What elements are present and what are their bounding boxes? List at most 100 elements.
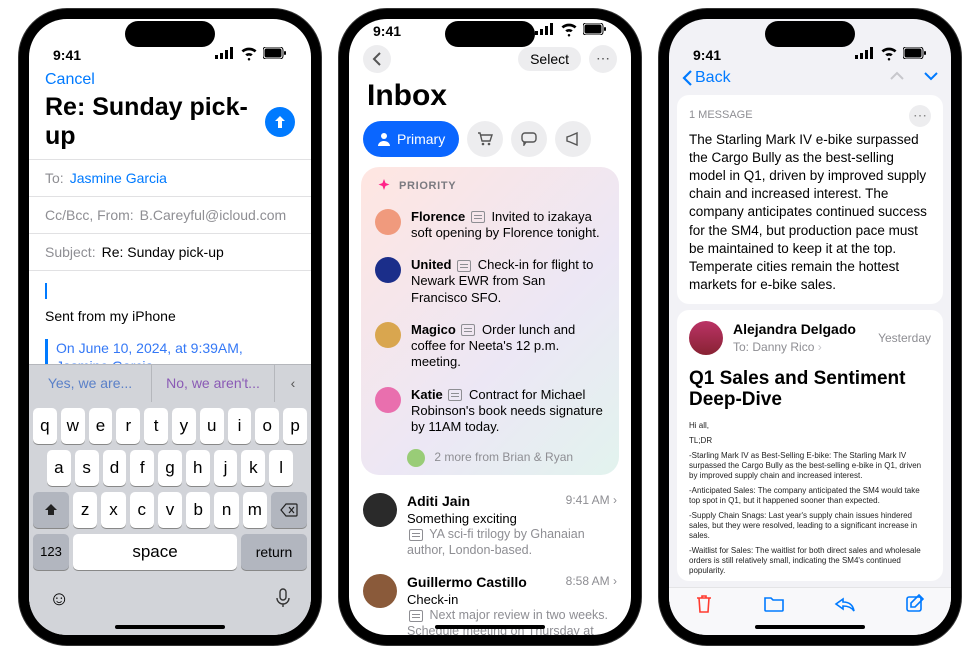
- next-message-button[interactable]: [923, 69, 939, 87]
- category-promotions[interactable]: [555, 121, 591, 157]
- key-k[interactable]: k: [241, 450, 265, 486]
- key-p[interactable]: p: [283, 408, 307, 444]
- status-indicators: [855, 43, 927, 63]
- to-value[interactable]: Danny Rico: [752, 340, 814, 354]
- message-item[interactable]: Aditi Jain 9:41 AM › Something exciting …: [363, 485, 617, 566]
- key-s[interactable]: s: [75, 450, 99, 486]
- priority-more-text: 2 more from Brian & Ryan: [434, 450, 573, 464]
- key-r[interactable]: r: [116, 408, 140, 444]
- priority-more[interactable]: 2 more from Brian & Ryan: [373, 443, 607, 467]
- space-key[interactable]: space: [73, 534, 237, 570]
- key-w[interactable]: w: [61, 408, 85, 444]
- send-button[interactable]: [265, 107, 295, 137]
- emoji-key[interactable]: ☺: [49, 588, 69, 613]
- ccbcc-field[interactable]: Cc/Bcc, From: B.Careyful@icloud.com: [29, 196, 311, 233]
- priority-row[interactable]: United Check-in for flight to Newark EWR…: [373, 249, 607, 314]
- priority-row[interactable]: Florence Invited to izakaya soft opening…: [373, 201, 607, 250]
- folder-icon: [763, 595, 785, 613]
- select-button[interactable]: Select: [518, 47, 581, 71]
- shift-key[interactable]: [33, 492, 69, 528]
- compose-button[interactable]: [905, 593, 927, 620]
- category-primary[interactable]: Primary: [363, 121, 459, 157]
- cancel-button[interactable]: Cancel: [45, 71, 95, 89]
- key-o[interactable]: o: [255, 408, 279, 444]
- message-sender: Aditi Jain: [407, 493, 470, 511]
- key-u[interactable]: u: [200, 408, 224, 444]
- prev-message-button[interactable]: [889, 69, 905, 87]
- return-key[interactable]: return: [241, 534, 307, 570]
- home-indicator[interactable]: [755, 625, 865, 629]
- status-time: 9:41: [373, 23, 401, 39]
- avatar: [363, 574, 397, 608]
- text-cursor: [45, 283, 47, 299]
- key-y[interactable]: y: [172, 408, 196, 444]
- key-g[interactable]: g: [158, 450, 182, 486]
- key-b[interactable]: b: [186, 492, 210, 528]
- move-button[interactable]: [763, 595, 785, 618]
- key-j[interactable]: j: [214, 450, 238, 486]
- priority-row[interactable]: Magico Order lunch and coffee for Neeta'…: [373, 314, 607, 379]
- subject-field[interactable]: Subject: Re: Sunday pick-up: [29, 233, 311, 270]
- message-time: 8:58 AM ›: [566, 574, 617, 592]
- home-indicator[interactable]: [115, 625, 225, 629]
- message-sender: Guillermo Castillo: [407, 574, 527, 592]
- key-l[interactable]: l: [269, 450, 293, 486]
- wifi-icon: [879, 43, 899, 63]
- wifi-icon: [239, 43, 259, 63]
- reply-button[interactable]: [834, 595, 856, 618]
- chat-icon: [521, 132, 537, 146]
- key-m[interactable]: m: [243, 492, 267, 528]
- key-h[interactable]: h: [186, 450, 210, 486]
- key-e[interactable]: e: [89, 408, 113, 444]
- back-button[interactable]: [363, 45, 391, 73]
- screen: 9:41 Back 1 MESSAGE: [669, 19, 951, 635]
- key-q[interactable]: q: [33, 408, 57, 444]
- sender-avatar[interactable]: [689, 321, 723, 355]
- message-nav: Back: [669, 65, 951, 95]
- key-z[interactable]: z: [73, 492, 97, 528]
- message-card: Alejandra Delgado To: Danny Rico › Yeste…: [677, 310, 943, 580]
- key-d[interactable]: d: [103, 450, 127, 486]
- delete-button[interactable]: [694, 593, 714, 620]
- prediction-0[interactable]: Yes, we are...: [29, 365, 152, 402]
- dictation-key[interactable]: [275, 588, 291, 613]
- key-t[interactable]: t: [144, 408, 168, 444]
- category-updates[interactable]: [511, 121, 547, 157]
- prediction-1[interactable]: No, we aren't...: [152, 365, 275, 402]
- inbox-title: Inbox: [349, 77, 631, 121]
- message-subject: Q1 Sales and Sentiment Deep-Dive: [689, 368, 931, 412]
- megaphone-icon: [565, 132, 581, 146]
- key-f[interactable]: f: [130, 450, 154, 486]
- status-indicators: [535, 19, 607, 39]
- predictions-collapse[interactable]: ‹: [275, 365, 311, 402]
- ellipsis-icon: ⋯: [596, 50, 610, 67]
- body-line: -Waitlist for Sales: The waitlist for bo…: [689, 546, 931, 576]
- compose-icon: [905, 593, 927, 615]
- priority-name: Florence: [411, 209, 465, 224]
- cellular-icon: [215, 43, 235, 63]
- home-indicator[interactable]: [435, 625, 545, 629]
- cellular-icon: [855, 43, 875, 63]
- category-transactions[interactable]: [467, 121, 503, 157]
- sender-name: Alejandra Delgado: [733, 320, 856, 339]
- key-n[interactable]: n: [214, 492, 238, 528]
- summary-text: The Starling Mark IV e-bike surpassed th…: [689, 131, 931, 295]
- dynamic-island: [765, 21, 855, 47]
- body-line: TL;DR: [689, 436, 931, 446]
- battery-icon: [263, 47, 287, 59]
- back-button[interactable]: Back: [681, 69, 731, 87]
- priority-row[interactable]: Katie Contract for Michael Robinson's bo…: [373, 379, 607, 444]
- key-a[interactable]: a: [47, 450, 71, 486]
- summary-more-button[interactable]: ⋯: [909, 105, 931, 127]
- key-v[interactable]: v: [158, 492, 182, 528]
- compose-body[interactable]: Sent from my iPhone On June 10, 2024, at…: [29, 270, 311, 364]
- key-x[interactable]: x: [101, 492, 125, 528]
- backspace-key[interactable]: [271, 492, 307, 528]
- key-i[interactable]: i: [228, 408, 252, 444]
- more-button[interactable]: ⋯: [589, 45, 617, 73]
- category-tabs: Primary: [349, 121, 631, 167]
- key-c[interactable]: c: [130, 492, 154, 528]
- summarize-icon: [461, 324, 475, 336]
- to-field[interactable]: To: Jasmine Garcia: [29, 159, 311, 196]
- numbers-key[interactable]: 123: [33, 534, 69, 570]
